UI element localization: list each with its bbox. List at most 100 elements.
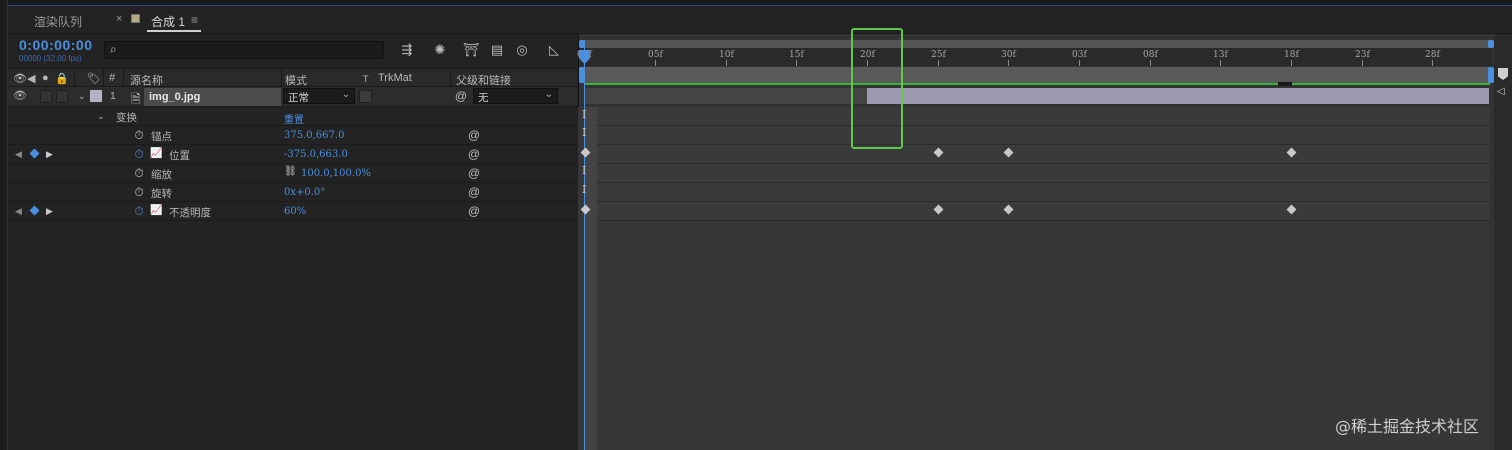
stopwatch-icon[interactable]: ⏱ [132,128,146,142]
property-value[interactable]: 375.0,667.0 [284,130,344,141]
transform-chevron-icon[interactable]: ⌄ [97,111,105,122]
ruler-tick-label: 10f [719,50,734,60]
hold-ibeam-icon: I [582,183,587,196]
comp-mini-flowchart-icon[interactable]: ⇶ [398,41,416,59]
video-switch-icon[interactable]: 👁 [13,72,27,85]
ruler-tick-label: 30f [1001,50,1016,60]
label-tag-icon[interactable]: 🏷 [87,72,101,85]
tab-render-queue[interactable]: 渲染队列 [34,13,82,30]
expression-pickwhip-icon[interactable]: @ [467,128,481,142]
column-parent[interactable]: 父级和链接 [456,72,511,88]
transform-group-row[interactable]: ⌄ 变换 重置 [8,107,577,126]
hide-shy-layers-icon[interactable]: ⛩ [462,41,480,59]
add-keyframe-icon[interactable] [29,148,40,159]
comp-color-swatch [131,14,140,23]
stopwatch-active-icon[interactable]: ⏱ [132,204,146,218]
ruler-tick-label: 05f [648,50,663,60]
property-row-scale: ⏱ 缩放 ⛓ 100.0,100.0% @ [8,164,577,183]
ruler-tick [1362,60,1363,66]
playhead-shadow [585,107,597,450]
expand-chevron-icon[interactable]: ⌄ [78,91,86,102]
tab-menu-icon[interactable]: ≡ [191,13,198,27]
ruler-tick [726,60,727,66]
column-source-name[interactable]: 源名称 [130,72,163,88]
parent-value: 无 [478,92,489,104]
annotation-highlight-box [851,28,903,149]
property-value[interactable]: 0x+0.0° [284,187,325,198]
trkmat-checkbox[interactable] [359,90,372,103]
column-trkmat[interactable]: TrkMat [378,72,412,84]
column-mode[interactable]: 模式 [285,72,307,88]
work-area-bar[interactable] [584,67,1490,83]
draft-3d-icon[interactable]: ✺ [431,41,449,59]
property-row-opacity: ◀ ▶ ⏱ 📈 不透明度 60% @ [8,202,577,221]
ruler-tick [1150,60,1151,66]
expression-pickwhip-icon[interactable]: @ [467,166,481,180]
property-value[interactable]: 60% [284,206,306,217]
ruler-tick-label: 18f [1284,50,1299,60]
comp-marker-bin-icon[interactable] [1498,68,1508,80]
lock-switch-icon[interactable]: 🔒 [55,72,69,85]
layer-name-cell[interactable]: 🗎 img_0.jpg [131,88,281,106]
graph-editor-icon[interactable]: ◺ [545,41,563,59]
graph-icon[interactable]: 📈 [150,148,162,160]
parent-dropdown[interactable]: 无 ⌄ [473,88,558,104]
ruler-tick-label: 03f [1072,50,1087,60]
layer-label-color[interactable] [90,90,102,102]
property-row-position: ◀ ▶ ⏱ 📈 位置 -375.0,663.0 @ [8,145,577,164]
property-name: 不透明度 [169,207,211,219]
ruler-tick-label: 08f [1143,50,1158,60]
stopwatch-active-icon[interactable]: ⏱ [132,147,146,161]
next-keyframe-icon[interactable]: ▶ [46,206,53,217]
prev-keyframe-icon[interactable]: ◀ [15,149,22,160]
playhead-line[interactable] [584,40,585,450]
audio-switch-icon[interactable]: ◀ [27,72,35,85]
left-edge-strip [0,0,8,450]
property-value[interactable]: 100.0,100.0% [301,168,371,179]
property-name: 位置 [169,150,190,162]
ruler-tick [796,60,797,66]
time-navigator-bar[interactable] [584,40,1490,48]
expression-pickwhip-icon[interactable]: @ [467,147,481,161]
blend-mode-dropdown[interactable]: 正常 ⌄ [283,88,355,104]
layer-duration-bar[interactable] [867,88,1489,104]
frame-blending-icon[interactable]: ▤ [488,41,506,59]
next-keyframe-icon[interactable]: ▶ [46,149,53,160]
solo-switch-icon[interactable]: ● [42,72,49,84]
hold-ibeam-icon: I [582,108,587,121]
layer-out-point-icon[interactable]: ◁ [1497,86,1505,97]
ruler-tick [1079,60,1080,66]
current-time-display[interactable]: 0:00:00:00 [19,37,93,53]
constrain-proportions-link-icon[interactable]: ⛓ [284,166,297,177]
eye-visibility-icon[interactable]: 👁 [13,89,27,102]
timeline-row-rotation [584,183,1490,202]
property-value[interactable]: -375.0,663.0 [284,149,348,160]
ruler-tick [655,60,656,66]
stopwatch-icon[interactable]: ⏱ [132,185,146,199]
chevron-down-icon: ⌄ [544,89,553,100]
layer-duration-empty [584,88,867,104]
prev-keyframe-icon[interactable]: ◀ [15,206,22,217]
expression-pickwhip-icon[interactable]: @ [467,185,481,199]
expression-pickwhip-icon[interactable]: @ [467,204,481,218]
transform-reset-link[interactable]: 重置 [284,111,304,126]
ruler-tick [938,60,939,66]
stopwatch-icon[interactable]: ⏱ [132,166,146,180]
layer-row[interactable]: 👁 ⌄ 1 🗎 img_0.jpg 正常 ⌄ @ 无 ⌄ [8,87,577,107]
column-hash: # [109,72,116,84]
timeline-row-opacity [584,202,1490,221]
lock-checkbox[interactable] [56,90,68,103]
search-icon: ⌕ [110,42,117,56]
ruler-tick-label: 25f [931,50,946,60]
tab-close-icon[interactable]: × [116,13,122,25]
ruler-tick-label: 15f [789,50,804,60]
motion-blur-icon[interactable]: ◎ [513,41,531,59]
add-keyframe-icon[interactable] [29,205,40,216]
solo-checkbox[interactable] [40,90,52,103]
graph-icon[interactable]: 📈 [150,205,162,217]
pickwhip-icon[interactable]: @ [454,89,468,103]
transform-label: 变换 [116,112,137,124]
tab-composition[interactable]: 合成 1 [151,13,185,30]
panel-tab-row: 渲染队列 × 合成 1 ≡ [8,6,1512,34]
search-input[interactable]: ⌕ [104,41,384,59]
